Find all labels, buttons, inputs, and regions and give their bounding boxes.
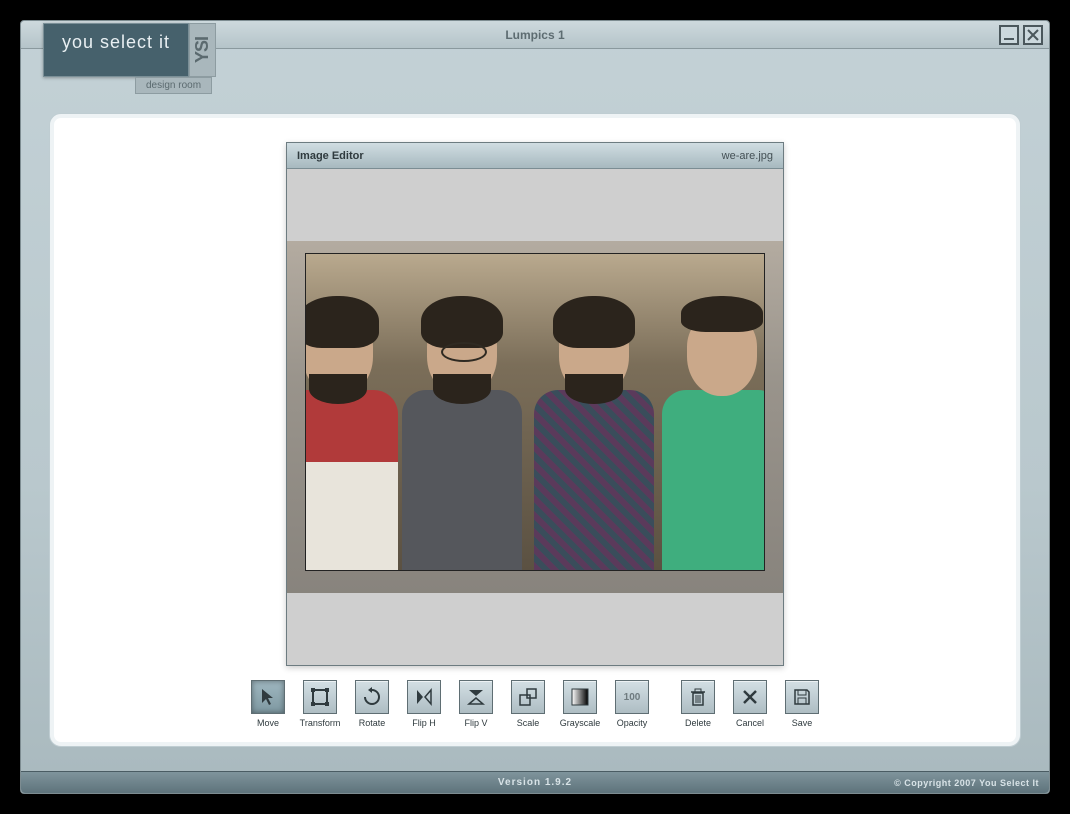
tool-label: Grayscale: [560, 718, 601, 728]
trash-icon: [688, 687, 708, 707]
tool-label: Delete: [685, 718, 711, 728]
editor-panel: Image Editor we-are.jpg: [49, 113, 1021, 747]
rotate-button[interactable]: [355, 680, 389, 714]
workspace: Image Editor we-are.jpg: [21, 49, 1049, 771]
image-layer[interactable]: [287, 241, 783, 593]
cancel-icon: [740, 687, 760, 707]
fliph-button[interactable]: [407, 680, 441, 714]
version-text: Version 1.9.2: [498, 777, 572, 788]
flip-vertical-icon: [466, 687, 486, 707]
footer: Version 1.9.2 © Copyright 2007 You Selec…: [21, 771, 1049, 793]
flipv-button[interactable]: [459, 680, 493, 714]
minimize-button[interactable]: [999, 25, 1019, 45]
scale-button[interactable]: [511, 680, 545, 714]
save-icon: [792, 687, 812, 707]
flipv-tool[interactable]: Flip V: [455, 680, 497, 728]
scale-icon: [518, 687, 538, 707]
scale-tool[interactable]: Scale: [507, 680, 549, 728]
branding: you select it YSI design room: [43, 23, 216, 94]
editor-header[interactable]: Image Editor we-are.jpg: [287, 143, 783, 169]
tool-label: Rotate: [359, 718, 386, 728]
close-button[interactable]: [1023, 25, 1043, 45]
grayscale-tool[interactable]: Grayscale: [559, 680, 601, 728]
editor-title: Image Editor: [297, 150, 364, 162]
tool-label: Save: [792, 718, 813, 728]
image-content: [306, 254, 764, 570]
opacity-button[interactable]: 100: [615, 680, 649, 714]
save-button[interactable]: [785, 680, 819, 714]
cursor-icon: [258, 687, 278, 707]
rotate-tool[interactable]: Rotate: [351, 680, 393, 728]
image-editor: Image Editor we-are.jpg: [286, 142, 784, 666]
tool-label: Flip V: [464, 718, 487, 728]
tool-label: Cancel: [736, 718, 764, 728]
app-window: Lumpics 1 you select it YSI design room …: [20, 20, 1050, 794]
tool-label: Scale: [517, 718, 540, 728]
delete-tool[interactable]: Delete: [677, 680, 719, 728]
fliph-tool[interactable]: Flip H: [403, 680, 445, 728]
close-icon: [1027, 29, 1039, 41]
logo-badge: YSI: [189, 23, 216, 77]
editor-filename: we-are.jpg: [722, 150, 773, 162]
tool-label: Flip H: [412, 718, 436, 728]
copyright-text: © Copyright 2007 You Select It: [894, 778, 1039, 788]
minimize-icon: [1003, 29, 1015, 41]
grayscale-button[interactable]: [563, 680, 597, 714]
grayscale-icon: [570, 687, 590, 707]
save-tool[interactable]: Save: [781, 680, 823, 728]
transform-icon: [310, 687, 330, 707]
cancel-button[interactable]: [733, 680, 767, 714]
opacity-value: 100: [624, 692, 641, 703]
transform-button[interactable]: [303, 680, 337, 714]
flip-horizontal-icon: [414, 687, 434, 707]
delete-button[interactable]: [681, 680, 715, 714]
window-title: Lumpics 1: [505, 28, 564, 42]
tool-label: Move: [257, 718, 279, 728]
window-controls: [999, 25, 1043, 45]
cancel-tool[interactable]: Cancel: [729, 680, 771, 728]
image-selection[interactable]: [305, 253, 765, 571]
logo-subtitle: design room: [135, 77, 212, 94]
logo-text: you select it: [43, 23, 189, 77]
toolbar: Move Transform Rotate: [247, 680, 823, 738]
transform-tool[interactable]: Transform: [299, 680, 341, 728]
tool-label: Opacity: [617, 718, 648, 728]
move-tool[interactable]: Move: [247, 680, 289, 728]
rotate-icon: [362, 687, 382, 707]
canvas[interactable]: [287, 169, 783, 665]
opacity-tool[interactable]: 100 Opacity: [611, 680, 653, 728]
move-button[interactable]: [251, 680, 285, 714]
tool-label: Transform: [300, 718, 341, 728]
